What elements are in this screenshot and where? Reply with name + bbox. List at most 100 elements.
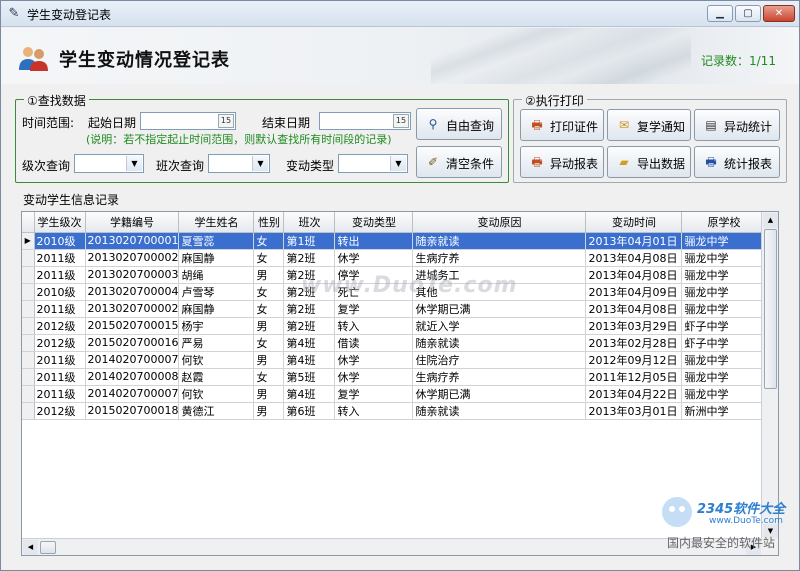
table-cell[interactable]: 2013020700002 — [85, 300, 180, 318]
table-cell[interactable]: 第2班 — [283, 317, 336, 335]
table-cell[interactable]: 何钦 — [178, 385, 255, 403]
scroll-thumb[interactable] — [40, 541, 56, 554]
table-cell[interactable]: 转入 — [334, 402, 414, 420]
table-cell[interactable]: 2013年04月01日 — [585, 232, 683, 250]
table-cell[interactable]: 休学期已满 — [412, 300, 587, 318]
table-cell[interactable]: 女 — [253, 300, 285, 318]
table-cell[interactable]: 休学 — [334, 249, 414, 267]
table-cell[interactable]: 2013年04月08日 — [585, 266, 683, 284]
table-cell[interactable]: 女 — [253, 249, 285, 267]
table-cell[interactable]: 赵霞 — [178, 368, 255, 386]
table-row[interactable]: 2011级 2014020700007 何钦男第4班 休学 住院治疗 2012年09月12… — [22, 351, 767, 369]
row-indicator[interactable] — [22, 249, 35, 267]
table-cell[interactable]: 2010级 — [34, 283, 86, 301]
table-cell[interactable]: 麻国静 — [178, 300, 255, 318]
table-cell[interactable]: 2011年12月05日 — [585, 368, 683, 386]
resume-notice-button[interactable]: ✉ 复学通知 — [607, 109, 691, 141]
table-cell[interactable]: 骊龙中学 — [681, 351, 767, 369]
table-cell[interactable]: 休学 — [334, 368, 414, 386]
scroll-left-icon[interactable]: ◀ — [23, 540, 38, 555]
print-certificate-button[interactable]: 🖶 打印证件 — [520, 109, 604, 141]
table-row[interactable]: 2011级 2013020700002 麻国静女第2班 复学 休学期已满 2013年04月… — [22, 300, 767, 318]
table-cell[interactable]: 随亲就读 — [412, 232, 587, 250]
table-cell[interactable]: 骊龙中学 — [681, 249, 767, 267]
table-row[interactable]: 2011级 2013020700002 麻国静女第2班 休学 生病疗养 2013年04月0… — [22, 249, 767, 267]
table-cell[interactable]: 骊龙中学 — [681, 300, 767, 318]
table-cell[interactable]: 新洲中学 — [681, 402, 767, 420]
table-cell[interactable]: 2015020700015 — [85, 317, 180, 335]
type-select[interactable]: ▼ — [338, 154, 408, 173]
row-indicator[interactable]: ▶ — [22, 232, 35, 250]
table-row[interactable]: 2011级 2014020700008 赵霞女第5班 休学 生病疗养 2011年12月05… — [22, 368, 767, 386]
table-cell[interactable]: 2014020700007 — [85, 351, 180, 369]
row-indicator[interactable] — [22, 283, 35, 301]
table-cell[interactable]: 2011级 — [34, 249, 86, 267]
table-cell[interactable]: 2011级 — [34, 368, 86, 386]
column-header[interactable]: 学生姓名 — [178, 212, 255, 233]
table-cell[interactable]: 2011级 — [34, 266, 86, 284]
table-cell[interactable]: 第1班 — [283, 232, 336, 250]
chevron-down-icon[interactable]: ▼ — [126, 156, 142, 171]
table-cell[interactable]: 2013020700004 — [85, 283, 180, 301]
export-data-button[interactable]: ▰ 导出数据 — [607, 146, 691, 178]
table-cell[interactable]: 2013年03月29日 — [585, 317, 683, 335]
change-statistics-button[interactable]: ▤ 异动统计 — [694, 109, 780, 141]
table-cell[interactable]: 卢雪琴 — [178, 283, 255, 301]
row-indicator[interactable] — [22, 402, 35, 420]
table-cell[interactable]: 第4班 — [283, 334, 336, 352]
table-cell[interactable]: 转入 — [334, 317, 414, 335]
table-cell[interactable]: 2013年04月09日 — [585, 283, 683, 301]
table-cell[interactable]: 2013年03月01日 — [585, 402, 683, 420]
table-cell[interactable]: 第5班 — [283, 368, 336, 386]
table-cell[interactable]: 男 — [253, 385, 285, 403]
column-header[interactable]: 原学校 — [681, 212, 767, 233]
table-cell[interactable]: 虾子中学 — [681, 317, 767, 335]
table-cell[interactable]: 女 — [253, 232, 285, 250]
table-cell[interactable]: 何钦 — [178, 351, 255, 369]
table-cell[interactable]: 骊龙中学 — [681, 368, 767, 386]
table-cell[interactable]: 2015020700016 — [85, 334, 180, 352]
row-indicator[interactable] — [22, 266, 35, 284]
row-indicator[interactable] — [22, 385, 35, 403]
calendar-icon[interactable]: 15 — [218, 114, 234, 128]
clear-conditions-button[interactable]: ✐ 清空条件 — [416, 146, 502, 178]
table-cell[interactable]: 2013年04月22日 — [585, 385, 683, 403]
row-indicator[interactable] — [22, 368, 35, 386]
column-header[interactable]: 班次 — [283, 212, 336, 233]
table-cell[interactable]: 就近入学 — [412, 317, 587, 335]
chevron-down-icon[interactable]: ▼ — [252, 156, 268, 171]
table-cell[interactable]: 男 — [253, 266, 285, 284]
table-cell[interactable]: 麻国静 — [178, 249, 255, 267]
row-indicator[interactable] — [22, 334, 35, 352]
table-cell[interactable]: 随亲就读 — [412, 334, 587, 352]
table-cell[interactable]: 夏雪蕊 — [178, 232, 255, 250]
table-row[interactable]: 2012级 2015020700016 严易女第4班 借读 随亲就读 2013年02月28… — [22, 334, 767, 352]
close-button[interactable]: ✕ — [763, 5, 795, 22]
chevron-down-icon[interactable]: ▼ — [390, 156, 406, 171]
column-header[interactable]: 学生级次 — [34, 212, 86, 233]
table-cell[interactable]: 2013020700001 — [85, 232, 180, 250]
change-report-button[interactable]: 🖶 异动报表 — [520, 146, 604, 178]
table-cell[interactable]: 2010级 — [34, 232, 86, 250]
table-cell[interactable]: 2014020700007 — [85, 385, 180, 403]
table-cell[interactable]: 2014020700008 — [85, 368, 180, 386]
table-cell[interactable]: 胡绳 — [178, 266, 255, 284]
table-cell[interactable]: 住院治疗 — [412, 351, 587, 369]
column-header[interactable]: 变动类型 — [334, 212, 414, 233]
table-cell[interactable]: 2011级 — [34, 385, 86, 403]
table-cell[interactable]: 骊龙中学 — [681, 283, 767, 301]
table-cell[interactable]: 杨宇 — [178, 317, 255, 335]
row-indicator[interactable] — [22, 300, 35, 318]
table-cell[interactable]: 2013年04月08日 — [585, 300, 683, 318]
class-select[interactable]: ▼ — [208, 154, 270, 173]
table-cell[interactable]: 第4班 — [283, 351, 336, 369]
horizontal-scrollbar[interactable]: ◀ ▶ — [22, 538, 762, 555]
table-cell[interactable]: 休学期已满 — [412, 385, 587, 403]
maximize-button[interactable]: ▢ — [735, 5, 761, 22]
statistics-report-button[interactable]: 🖶 统计报表 — [694, 146, 780, 178]
table-cell[interactable]: 第4班 — [283, 385, 336, 403]
grade-select[interactable]: ▼ — [74, 154, 144, 173]
table-cell[interactable]: 2013020700002 — [85, 249, 180, 267]
table-cell[interactable]: 骊龙中学 — [681, 266, 767, 284]
table-cell[interactable]: 2011级 — [34, 300, 86, 318]
